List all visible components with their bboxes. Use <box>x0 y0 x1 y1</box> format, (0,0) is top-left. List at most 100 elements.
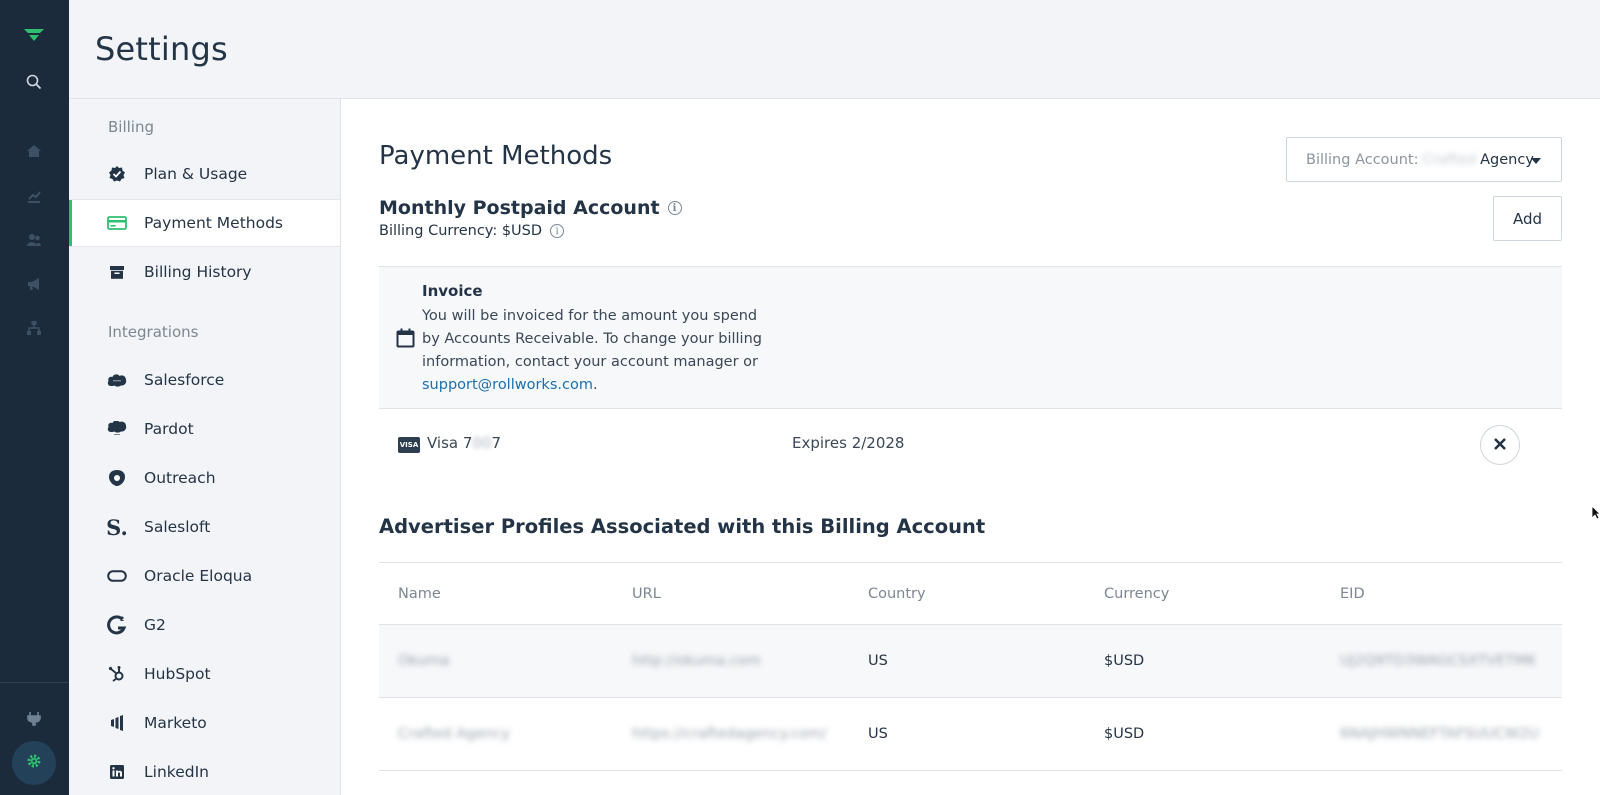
nav-item-salesloft[interactable]: S. Salesloft <box>69 503 340 551</box>
nav-item-linkedin[interactable]: LinkedIn <box>69 748 340 795</box>
billing-currency-text: Billing Currency: $USD <box>379 223 543 239</box>
info-icon[interactable]: i <box>550 224 565 238</box>
salesforce-icon <box>106 369 128 391</box>
nav-item-pardot[interactable]: Pardot <box>69 405 340 453</box>
info-icon[interactable]: i <box>667 201 682 215</box>
card-name-prefix: Visa 7 <box>427 434 473 452</box>
nav-item-salesforce[interactable]: Salesforce <box>69 356 340 404</box>
column-header-name[interactable]: Name <box>398 586 441 602</box>
billing-account-value: Agency <box>1480 151 1534 168</box>
nav-item-label: Billing History <box>144 263 252 281</box>
archive-box-icon <box>106 261 128 283</box>
card-name-suffix: 7 <box>491 434 502 452</box>
add-payment-method-button[interactable]: Add <box>1493 196 1562 241</box>
audience-icon[interactable] <box>19 225 49 255</box>
cell-country: US <box>868 726 888 742</box>
support-email-link[interactable]: support@rollworks.com <box>422 377 593 393</box>
svg-text:2: 2 <box>120 616 124 623</box>
close-icon <box>1493 436 1507 455</box>
nav-item-payment-methods[interactable]: Payment Methods <box>69 199 340 247</box>
remove-card-button[interactable] <box>1480 425 1520 465</box>
cell-currency: $USD <box>1104 726 1145 742</box>
outreach-icon <box>106 467 128 489</box>
pardot-icon <box>106 418 128 440</box>
rail-divider <box>0 682 69 683</box>
visa-card-icon: VISA <box>398 437 420 453</box>
home-icon[interactable] <box>19 136 49 166</box>
cell-url: https://craftedagency.com/ <box>632 726 827 742</box>
card-name: Visa 7007 <box>427 434 501 452</box>
nav-item-label: HubSpot <box>144 665 211 683</box>
billing-account-name-redacted: Crafted <box>1422 151 1477 168</box>
g2-icon: 2 <box>106 614 128 636</box>
column-header-currency[interactable]: Currency <box>1104 586 1169 602</box>
mouse-cursor-icon <box>1591 505 1600 524</box>
account-title-text: Monthly Postpaid Account <box>379 197 660 219</box>
card-number-redacted: 00 <box>472 434 492 452</box>
payment-methods-panel: Payment Methods Billing Account: Crafted… <box>341 99 1600 795</box>
nav-item-label: Pardot <box>144 420 194 438</box>
hubspot-icon <box>106 663 128 685</box>
marketo-icon <box>106 712 128 734</box>
card-expiry: Expires 2/2028 <box>792 434 905 452</box>
hierarchy-icon[interactable] <box>19 313 49 343</box>
nav-item-label: LinkedIn <box>144 763 209 781</box>
app-rail <box>0 0 69 795</box>
calendar-icon <box>396 328 415 352</box>
nav-item-label: Salesforce <box>144 371 225 389</box>
nav-item-label: G2 <box>144 616 166 634</box>
salesloft-icon: S. <box>106 514 128 540</box>
billing-account-label: Billing Account: <box>1306 151 1419 168</box>
megaphone-icon[interactable] <box>19 269 49 299</box>
linkedin-icon <box>106 761 128 783</box>
nav-item-marketo[interactable]: Marketo <box>69 699 340 747</box>
gear-icon <box>26 753 42 773</box>
nav-item-oracle-eloqua[interactable]: Oracle Eloqua <box>69 552 340 600</box>
nav-item-outreach[interactable]: Outreach <box>69 454 340 502</box>
cell-eid: UJ2Q9TD3WAGCSXTVETMK <box>1340 653 1537 669</box>
cell-name: Crafted Agency <box>398 726 511 742</box>
column-header-country[interactable]: Country <box>868 586 926 602</box>
credit-card-row: VISA Visa 7007 Expires 2/2028 <box>379 409 1562 481</box>
column-header-url[interactable]: URL <box>632 586 661 602</box>
settings-nav: Billing Plan & Usage Payment Methods Bil… <box>69 99 341 795</box>
nav-item-billing-history[interactable]: Billing History <box>69 248 340 296</box>
cell-currency: $USD <box>1104 653 1145 669</box>
section-title: Payment Methods <box>379 141 613 171</box>
invoice-title: Invoice <box>422 282 483 300</box>
advertisers-title: Advertiser Profiles Associated with this… <box>379 515 986 538</box>
nav-item-g2[interactable]: 2 G2 <box>69 601 340 649</box>
table-row[interactable]: Okuma http://okuma.com US $USD UJ2Q9TD3W… <box>379 625 1562 698</box>
nav-section-integrations: Integrations <box>108 323 199 341</box>
table-row[interactable]: Crafted Agency https://craftedagency.com… <box>379 698 1562 771</box>
credit-card-icon <box>106 212 128 234</box>
cell-name: Okuma <box>398 653 450 669</box>
caret-down-icon <box>1531 158 1541 164</box>
nav-section-billing: Billing <box>108 118 154 136</box>
plug-icon[interactable] <box>19 703 49 733</box>
billing-currency: Billing Currency: $USD i <box>379 223 565 239</box>
nav-item-label: Marketo <box>144 714 207 732</box>
cell-eid: 6NAJHWNNEFTAFSUUCW2U <box>1340 726 1539 742</box>
logo-icon[interactable] <box>19 20 49 50</box>
chart-icon[interactable] <box>19 181 49 211</box>
advertiser-profiles-table: Name URL Country Currency EID Okuma http… <box>379 563 1562 771</box>
nav-item-plan-usage[interactable]: Plan & Usage <box>69 150 340 198</box>
cell-country: US <box>868 653 888 669</box>
invoice-description: You will be invoiced for the amount you … <box>422 305 762 397</box>
nav-item-label: Outreach <box>144 469 216 487</box>
account-title: Monthly Postpaid Account i <box>379 197 682 219</box>
column-header-eid[interactable]: EID <box>1340 586 1365 602</box>
nav-item-label: Oracle Eloqua <box>144 567 253 585</box>
nav-item-hubspot[interactable]: HubSpot <box>69 650 340 698</box>
settings-button[interactable] <box>12 741 56 785</box>
invoice-suffix: . <box>592 377 598 393</box>
invoice-text: You will be invoiced for the amount you … <box>422 308 762 370</box>
page-title: Settings <box>95 30 228 68</box>
nav-item-label: Salesloft <box>144 518 211 536</box>
billing-account-select[interactable]: Billing Account: Crafted Agency <box>1286 137 1562 182</box>
badge-check-icon <box>106 163 128 185</box>
nav-item-label: Payment Methods <box>144 214 283 232</box>
page-header: Settings <box>69 0 1600 99</box>
search-icon[interactable] <box>19 67 49 97</box>
